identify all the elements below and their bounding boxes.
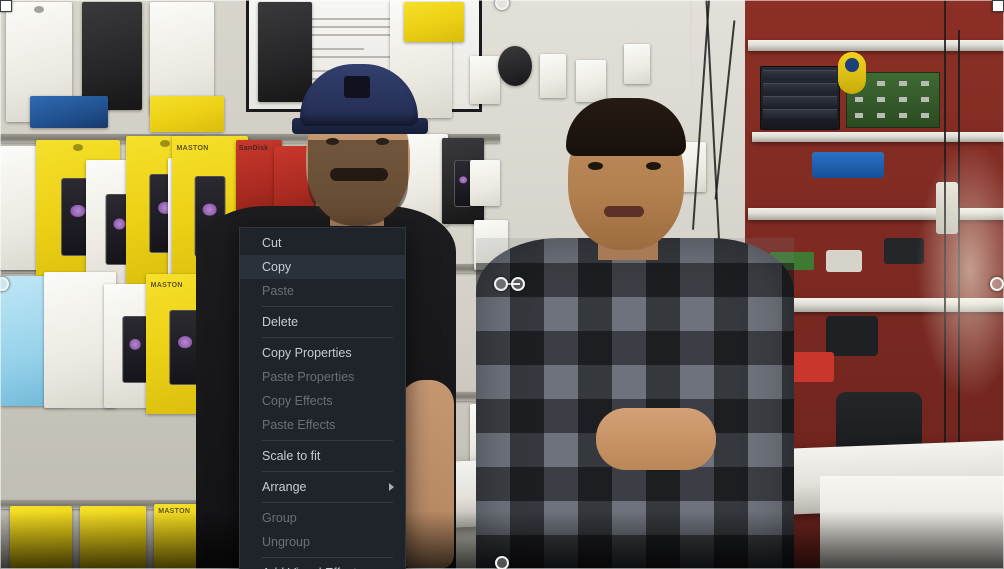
- menu-item-label: Paste: [262, 284, 294, 298]
- wall-item: [470, 56, 500, 104]
- menu-item-label: Delete: [262, 315, 299, 329]
- package-brand-label: MASTON: [176, 145, 209, 153]
- bench-item: [826, 250, 862, 272]
- wall-item: [470, 160, 500, 206]
- menu-item-scale-to-fit[interactable]: Scale to fit: [240, 444, 405, 468]
- menu-item-label: Arrange: [262, 480, 307, 494]
- rotation-origin-handle[interactable]: [511, 277, 525, 291]
- bench-item: [826, 316, 878, 356]
- menu-item-label: Group: [262, 511, 297, 525]
- wall-item: [498, 46, 532, 86]
- handle-top-right[interactable]: [992, 0, 1004, 12]
- handle-top-left[interactable]: [0, 0, 12, 12]
- product-package: [404, 2, 464, 42]
- menu-item-cut[interactable]: Cut: [240, 231, 405, 255]
- handle-middle-right[interactable]: [990, 277, 1004, 291]
- menu-separator: [262, 440, 393, 441]
- wall-item: [624, 44, 650, 84]
- wall-shelf: [752, 132, 1004, 142]
- menu-item-label: Ungroup: [262, 535, 310, 549]
- menu-item-label: Scale to fit: [262, 449, 321, 463]
- handle-bottom-center[interactable]: [495, 556, 509, 569]
- bench-item: [936, 182, 958, 234]
- menu-item-label: Cut: [262, 236, 282, 250]
- product-package: [30, 96, 108, 128]
- menu-separator: [262, 557, 393, 558]
- menu-item-label: Copy: [262, 260, 292, 274]
- menu-item-label: Copy Effects: [262, 394, 333, 408]
- handle-anchor-point[interactable]: [494, 277, 508, 291]
- menu-item-paste-properties: Paste Properties: [240, 365, 405, 389]
- editor-canvas-stage: MASTON SanDisk MASTON MASTON: [0, 0, 1004, 569]
- wall-shelf: [748, 40, 1004, 51]
- menu-item-group: Group: [240, 506, 405, 530]
- menu-item-paste-effects: Paste Effects: [240, 413, 405, 437]
- canvas-context-menu[interactable]: Cut Copy Paste Delete Copy Properties Paste P…: [239, 227, 406, 569]
- bench-item: [884, 238, 924, 264]
- tool-detail: [845, 58, 859, 72]
- parts-bin-cabinet: [760, 66, 840, 130]
- menu-separator: [262, 502, 393, 503]
- blue-tool-case: [812, 152, 884, 178]
- menu-item-copy[interactable]: Copy: [240, 255, 405, 279]
- menu-separator: [262, 337, 393, 338]
- package-brand-alt-label: SanDisk: [238, 145, 269, 153]
- menu-item-ungroup: Ungroup: [240, 530, 405, 554]
- menu-item-label: Paste Effects: [262, 418, 336, 432]
- menu-item-label: Paste Properties: [262, 370, 355, 384]
- wall-item: [540, 54, 566, 98]
- product-package: [82, 2, 142, 110]
- menu-item-add-visual-effect[interactable]: Add Visual Effect: [240, 561, 405, 569]
- menu-item-copy-effects: Copy Effects: [240, 389, 405, 413]
- menu-item-arrange[interactable]: Arrange: [240, 475, 405, 499]
- menu-item-label: Copy Properties: [262, 346, 352, 360]
- menu-separator: [262, 306, 393, 307]
- bench-item: [788, 352, 834, 382]
- menu-separator: [262, 471, 393, 472]
- product-package: [150, 96, 224, 132]
- menu-item-paste: Paste: [240, 279, 405, 303]
- chevron-right-icon: [389, 483, 394, 491]
- wall-shelf: [748, 208, 1004, 220]
- menu-item-delete[interactable]: Delete: [240, 310, 405, 334]
- product-package: [258, 2, 312, 102]
- wall-item: [576, 60, 606, 102]
- package-brand-label: MASTON: [150, 282, 183, 290]
- menu-item-copy-properties[interactable]: Copy Properties: [240, 341, 405, 365]
